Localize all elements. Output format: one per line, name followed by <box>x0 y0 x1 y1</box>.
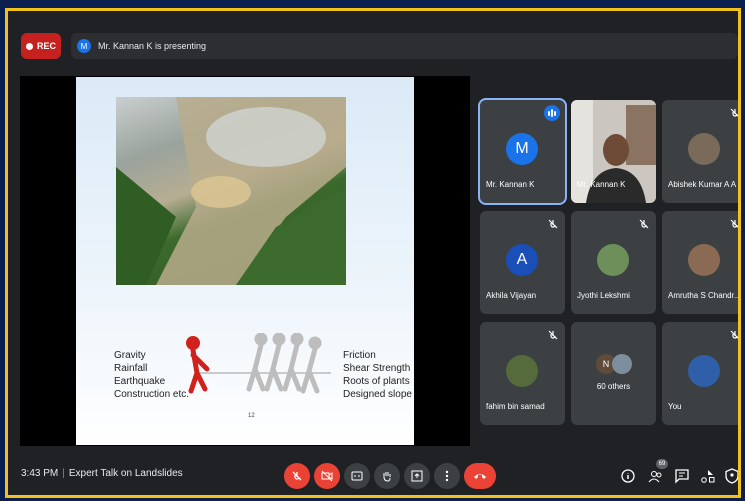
mic-off-icon <box>730 108 738 117</box>
cause-item: Construction etc. <box>114 389 190 400</box>
participant-name: Abishek Kumar A A <box>668 180 737 189</box>
chat-icon[interactable] <box>674 468 690 484</box>
participant-name: Mr. Kannan K <box>577 180 626 189</box>
resistance-item: Designed slope <box>343 389 412 400</box>
people-icon[interactable] <box>648 468 664 484</box>
record-dot-icon <box>25 42 33 50</box>
avatar: M <box>506 133 538 165</box>
resistance-item: Shear Strength <box>343 363 411 374</box>
participant-name: Mr. Kannan K <box>486 180 535 189</box>
cause-item: Earthquake <box>114 376 166 387</box>
meeting-title: Expert Talk on Landslides <box>68 468 183 479</box>
more-vert-icon <box>445 470 449 482</box>
avatar <box>688 133 720 165</box>
hand-icon <box>383 472 391 482</box>
participant-tile[interactable]: fahim bin samad <box>480 322 565 425</box>
bottom-bar: 3:43 PM | Expert Talk on Landslides 69 <box>8 451 740 495</box>
speaking-indicator-icon <box>544 105 560 121</box>
meet-window: REC M Mr. Kannan K is presenting Gravity… <box>5 8 741 498</box>
rec-label: REC <box>36 41 56 51</box>
slide-page-number: 12 <box>248 413 255 419</box>
avatar <box>597 244 629 276</box>
avatar <box>612 354 632 374</box>
participant-tile[interactable]: Abishek Kumar A A <box>662 100 738 203</box>
avatar <box>506 355 538 387</box>
participant-name: Akhila Vijayan <box>486 291 537 300</box>
participant-tile[interactable]: Jyothi Lekshmi <box>571 211 656 314</box>
captions-button[interactable] <box>344 463 370 489</box>
participant-tile[interactable]: Mr. Kannan K <box>571 100 656 203</box>
camera-off-icon <box>321 470 333 482</box>
participant-name: You <box>668 402 682 411</box>
resistance-item: Friction <box>343 350 376 361</box>
leave-call-button[interactable] <box>464 463 496 489</box>
avatar <box>688 355 720 387</box>
mic-off-icon <box>730 330 738 339</box>
participant-name: fahim bin samad <box>486 402 545 411</box>
others-count: 60 others <box>596 382 631 391</box>
participant-name: Amrutha S Chandr... <box>668 291 741 300</box>
grouped-avatars: N <box>596 354 632 374</box>
recording-indicator[interactable]: REC <box>21 33 61 59</box>
participant-tile[interactable]: M Mr. Kannan K <box>478 98 567 205</box>
mic-off-icon <box>292 471 302 481</box>
avatar <box>688 244 720 276</box>
cause-item: Gravity <box>114 350 146 361</box>
slide: Gravity Rainfall Earthquake Construction… <box>76 77 414 445</box>
meeting-info: 3:43 PM | Expert Talk on Landslides <box>21 468 183 479</box>
more-options-button[interactable] <box>434 463 460 489</box>
presenter-avatar: M <box>77 39 91 53</box>
participant-tile[interactable]: A Akhila Vijayan <box>480 211 565 314</box>
participant-tile[interactable]: N 60 others <box>571 322 656 425</box>
slide-causes-list: Gravity Rainfall Earthquake Construction… <box>114 349 189 401</box>
slide-resistance-list: Friction Shear Strength Roots of plants … <box>343 349 412 401</box>
tug-of-war-illustration <box>186 333 331 394</box>
participant-tile[interactable]: You <box>662 322 738 425</box>
landslide-illustration <box>116 97 346 285</box>
camera-toggle-button[interactable] <box>314 463 340 489</box>
activities-icon[interactable] <box>700 468 716 484</box>
cause-item: Rainfall <box>114 363 148 374</box>
presentation-stage: Gravity Rainfall Earthquake Construction… <box>20 76 470 446</box>
top-bar: REC M Mr. Kannan K is presenting <box>8 11 738 69</box>
captions-icon <box>351 471 363 481</box>
mic-off-icon <box>639 219 649 229</box>
present-button[interactable] <box>404 463 430 489</box>
presenting-text: Mr. Kannan K is presenting <box>98 41 207 51</box>
raise-hand-button[interactable] <box>374 463 400 489</box>
end-call-icon <box>474 474 486 479</box>
host-controls-icon[interactable] <box>724 468 740 484</box>
presenting-banner: M Mr. Kannan K is presenting <box>71 33 738 59</box>
info-icon[interactable] <box>620 468 636 484</box>
resistance-item: Roots of plants <box>343 376 410 387</box>
mic-off-icon <box>730 219 738 228</box>
mic-toggle-button[interactable] <box>284 463 310 489</box>
mic-off-icon <box>548 219 558 229</box>
participant-name: Jyothi Lekshmi <box>577 291 630 300</box>
participant-tile[interactable]: Amrutha S Chandr... <box>662 211 741 314</box>
mic-off-icon <box>548 330 558 340</box>
clock-time: 3:43 PM <box>21 468 59 479</box>
landslide-photo <box>116 97 346 285</box>
present-icon <box>411 470 423 482</box>
avatar: A <box>506 244 538 276</box>
